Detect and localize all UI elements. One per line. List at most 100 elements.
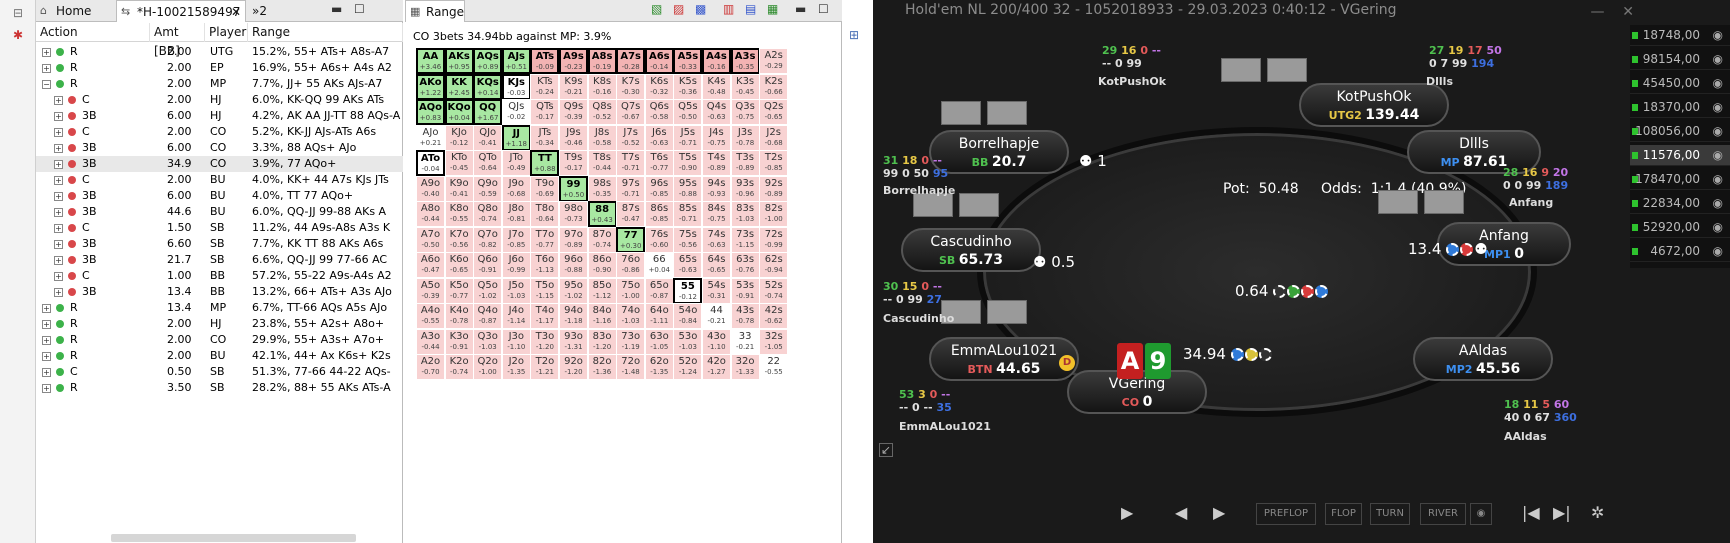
range-cell[interactable]: A3o -0.44 xyxy=(416,328,445,355)
range-cell[interactable]: 75s -0.56 xyxy=(673,226,703,253)
range-cell[interactable]: 83s -1.03 xyxy=(730,201,760,227)
range-cell[interactable]: J5s -0.71 xyxy=(673,124,703,151)
eye-icon[interactable]: ◉ xyxy=(1713,97,1723,118)
range-cell[interactable]: 88 +0.43 xyxy=(587,201,617,227)
range-cell[interactable]: 85o -1.12 xyxy=(587,277,617,304)
range-cell[interactable]: J6o -0.99 xyxy=(501,252,531,278)
range-cell[interactable]: J6s -0.63 xyxy=(644,124,674,151)
range-cell[interactable]: A5o -0.39 xyxy=(416,277,445,304)
history-item[interactable]: 108056,00 ◉ xyxy=(1630,121,1730,142)
expand-toggle-icon[interactable]: + xyxy=(54,112,63,121)
range-cell[interactable]: J4o -1.14 xyxy=(501,303,531,329)
range-cell[interactable]: J3s -0.78 xyxy=(730,124,760,151)
tree-row[interactable]: + C 1.00 BB 57.2%, 55-22 A9s-A4s A2 xyxy=(36,268,403,284)
table-minimize-icon[interactable]: — xyxy=(1590,4,1604,20)
tree-row[interactable]: +3B 13.4 BB 13.2%, 66+ ATs+ A3s AJo xyxy=(36,284,403,300)
seat-cascudinho[interactable]: Cascudinho SB 65.73 xyxy=(901,228,1041,272)
range-cell[interactable]: Q5o -1.02 xyxy=(473,277,503,304)
tree-row[interactable]: + R 2.00 BU 42.1%, 44+ Ax K6s+ K2s xyxy=(36,348,403,364)
range-cell[interactable]: 32s -1.05 xyxy=(759,328,789,355)
eye-icon[interactable]: ◉ xyxy=(1713,169,1723,190)
range-cell[interactable]: 65o -0.87 xyxy=(644,277,674,304)
expand-toggle-icon[interactable]: + xyxy=(54,240,63,249)
expand-toggle-icon[interactable]: + xyxy=(54,192,63,201)
range-cell[interactable]: 87s -0.47 xyxy=(616,201,646,227)
range-cell[interactable]: 82s -1.00 xyxy=(759,201,789,227)
expand-toggle-icon[interactable]: + xyxy=(54,128,63,137)
view-icon-6[interactable]: ▦ xyxy=(767,2,778,16)
range-cell[interactable]: AJs +0.51 xyxy=(501,48,531,74)
tree-row[interactable]: + C 2.00 BU 4.0%, KK+ 44 A7s KJs JTs xyxy=(36,172,403,188)
range-cell[interactable]: T5o -1.15 xyxy=(530,277,560,304)
range-cell[interactable]: K6o -0.65 xyxy=(444,252,474,278)
range-cell[interactable]: K4o -0.78 xyxy=(444,303,474,329)
range-cell[interactable]: A6o -0.47 xyxy=(416,252,445,278)
hud-dll[interactable]: 27 19 17 50 0 7 99 194 xyxy=(1429,44,1502,70)
range-cell[interactable]: K3s -0.45 xyxy=(730,73,760,100)
view-icon-3[interactable]: ▩ xyxy=(695,2,706,16)
expand-toggle-icon[interactable]: + xyxy=(42,320,51,329)
range-cell[interactable]: J7s -0.52 xyxy=(616,124,646,151)
expand-toggle-icon[interactable]: + xyxy=(54,160,63,169)
range-cell[interactable]: 76s -0.60 xyxy=(644,226,674,253)
tree-row[interactable]: + C 0.50 SB 51.3%, 77-66 44-22 AQs- xyxy=(36,364,403,380)
range-cell[interactable]: A9s -0.23 xyxy=(559,48,588,74)
range-cell[interactable]: 66 +0.04 xyxy=(644,252,674,278)
tree-row[interactable]: + R 2.00 EP 16.9%, 55+ A6s+ A4s A2 xyxy=(36,60,403,76)
hud-anf[interactable]: 28 16 9 20 0 0 99 189 xyxy=(1503,166,1568,192)
range-cell[interactable]: Q5s -0.50 xyxy=(673,99,703,125)
expand-toggle-icon[interactable]: + xyxy=(54,176,63,185)
range-cell[interactable]: 94s -0.93 xyxy=(702,175,731,202)
eye-button[interactable]: ◉ xyxy=(1470,503,1492,525)
range-minimize-icon[interactable]: ▬ xyxy=(795,2,806,16)
hud-aal[interactable]: 18 11 5 60 40 0 67 360 xyxy=(1504,398,1577,424)
range-cell[interactable]: QQ +1.67 xyxy=(473,99,503,125)
eye-icon[interactable]: ◉ xyxy=(1713,73,1723,94)
horizontal-scrollbar[interactable] xyxy=(111,534,356,542)
flop-button[interactable]: FLOP xyxy=(1325,503,1362,525)
range-cell[interactable]: QJs -0.02 xyxy=(501,99,531,125)
maximize-icon[interactable]: ☐ xyxy=(354,2,365,16)
range-cell[interactable]: KTs -0.24 xyxy=(530,73,560,100)
range-cell[interactable]: 92o -1.20 xyxy=(559,354,588,380)
range-cell[interactable]: 43o -1.10 xyxy=(702,328,731,355)
range-cell[interactable]: 43s -0.78 xyxy=(730,303,760,329)
range-cell[interactable]: 72s -0.99 xyxy=(759,226,789,253)
range-cell[interactable]: 97o -0.89 xyxy=(559,226,588,253)
expand-toggle-icon[interactable]: + xyxy=(54,256,63,265)
range-cell[interactable]: K5o -0.77 xyxy=(444,277,474,304)
range-cell[interactable]: 73s -1.15 xyxy=(730,226,760,253)
settings-gear-icon[interactable]: ✲ xyxy=(1591,503,1604,522)
range-cell[interactable]: 72o -1.48 xyxy=(616,354,646,380)
range-cell[interactable]: Q6s -0.58 xyxy=(644,99,674,125)
range-cell[interactable]: 95s -0.88 xyxy=(673,175,703,202)
col-amt[interactable]: Amt [BB] xyxy=(150,23,205,58)
range-cell[interactable]: J2o -1.35 xyxy=(501,354,531,380)
range-cell[interactable]: 77 +0.30 xyxy=(616,226,646,253)
range-cell[interactable]: 87o -0.74 xyxy=(587,226,617,253)
range-cell[interactable]: 82o -1.36 xyxy=(587,354,617,380)
history-item[interactable]: 18748,00 ◉ xyxy=(1630,25,1730,46)
range-cell[interactable]: 84s -0.75 xyxy=(702,201,731,227)
range-cell[interactable]: Q3s -0.75 xyxy=(730,99,760,125)
expand-toggle-icon[interactable]: + xyxy=(42,64,51,73)
range-cell[interactable]: A2o -0.70 xyxy=(416,354,445,380)
range-cell[interactable]: ATs -0.09 xyxy=(530,48,560,74)
expand-toggle-icon[interactable]: + xyxy=(42,368,51,377)
range-cell[interactable]: T2s -0.85 xyxy=(759,150,789,176)
eye-icon[interactable]: ◉ xyxy=(1713,193,1723,214)
tab-hand[interactable]: ⇆ *H-10021589497 ✕ xyxy=(116,0,246,22)
range-cell[interactable]: 96s -0.85 xyxy=(644,175,674,202)
range-cell[interactable]: A9o -0.40 xyxy=(416,175,445,202)
range-cell[interactable]: Q6o -0.91 xyxy=(473,252,503,278)
range-cell[interactable]: 22 -0.55 xyxy=(759,354,789,380)
play-icon[interactable]: ▶ xyxy=(1121,503,1133,522)
range-cell[interactable]: 65s -0.63 xyxy=(673,252,703,278)
range-cell[interactable]: 53s -0.91 xyxy=(730,277,760,304)
tree-row[interactable]: +3B 6.00 BU 4.0%, TT 77 AQo+ xyxy=(36,188,403,204)
expand-toggle-icon[interactable]: + xyxy=(42,48,51,57)
seat-aaldas[interactable]: AAldas MP2 45.56 xyxy=(1413,337,1553,381)
tree-row[interactable]: + R 2.00 UTG 15.2%, 55+ ATs+ A8s-A7 xyxy=(36,44,403,60)
range-cell[interactable]: K4s -0.48 xyxy=(702,73,731,100)
range-cell[interactable]: K2o -0.74 xyxy=(444,354,474,380)
